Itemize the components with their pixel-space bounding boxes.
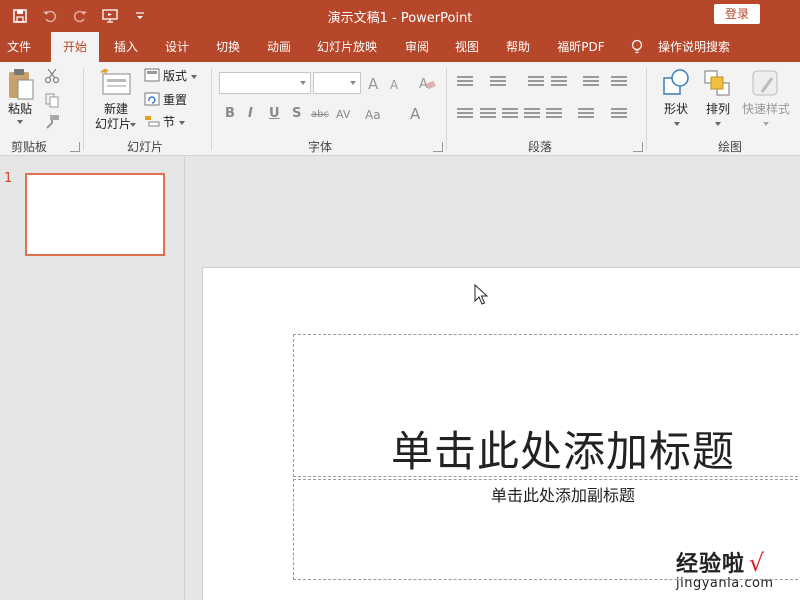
copy-icon[interactable] [44, 92, 60, 108]
tab-view[interactable]: 视图 [446, 32, 488, 62]
divider [446, 68, 447, 150]
group-clipboard-label: 剪贴板 [10, 140, 47, 154]
change-case-button[interactable]: Aa [365, 108, 381, 122]
quick-styles-icon[interactable] [750, 68, 782, 103]
shrink-font-icon[interactable]: A [390, 78, 398, 92]
increase-indent-icon[interactable] [551, 76, 567, 90]
line-spacing-icon[interactable] [583, 76, 599, 90]
tab-slideshow[interactable]: 幻灯片放映 [312, 32, 382, 62]
slide-number: 1 [4, 171, 13, 186]
bold-button[interactable]: B [225, 106, 235, 121]
tell-me-search[interactable]: 操作说明搜索 [652, 32, 736, 62]
format-painter-icon[interactable] [44, 114, 60, 130]
quick-styles-dropdown-icon[interactable] [763, 122, 769, 126]
chevron-down-icon [350, 81, 356, 85]
align-center-icon[interactable] [480, 108, 496, 122]
shapes-dropdown-icon[interactable] [674, 122, 680, 126]
quick-styles-button[interactable]: 快速样式 [740, 102, 792, 117]
clipboard-launcher-icon[interactable] [70, 142, 80, 152]
paste-dropdown-icon[interactable] [17, 120, 23, 124]
layout-dropdown-icon[interactable] [191, 75, 197, 79]
underline-button[interactable]: U [269, 106, 280, 121]
grow-font-icon[interactable]: A [368, 75, 378, 93]
new-slide-label-1[interactable]: 新建 [93, 102, 139, 117]
align-left-icon[interactable] [457, 108, 473, 122]
shapes-button[interactable]: 形状 [660, 102, 692, 117]
chevron-down-icon [300, 81, 306, 85]
columns-icon[interactable] [578, 108, 594, 122]
mouse-pointer-icon [474, 283, 489, 309]
tab-foxit-pdf[interactable]: 福昕PDF [551, 32, 611, 62]
layout-icon[interactable] [144, 68, 160, 84]
cut-icon[interactable] [44, 68, 60, 84]
group-paragraph-label: 段落 [527, 140, 552, 154]
watermark-url: jingyanla.com [676, 576, 774, 591]
tab-transitions[interactable]: 切换 [207, 32, 249, 62]
paste-button[interactable]: 粘贴 [6, 102, 34, 117]
divider [646, 68, 647, 150]
arrange-dropdown-icon[interactable] [715, 122, 721, 126]
font-color-button[interactable]: A [410, 105, 420, 123]
distributed-icon[interactable] [546, 108, 562, 122]
font-size-combo[interactable] [313, 72, 361, 94]
title-bar: 演示文稿1 - PowerPoint 登录 [0, 0, 800, 32]
tab-home[interactable]: 开始 [51, 32, 99, 62]
layout-button[interactable]: 版式 [163, 69, 187, 84]
tab-file[interactable]: 文件 [0, 32, 38, 62]
paste-icon[interactable] [6, 68, 36, 105]
italic-button[interactable]: I [248, 106, 253, 121]
arrange-button[interactable]: 排列 [702, 102, 734, 117]
divider [211, 68, 212, 150]
subtitle-placeholder-text[interactable]: 单击此处添加副标题 [293, 482, 800, 506]
group-drawing-label: 绘图 [717, 140, 742, 154]
new-slide-icon[interactable] [100, 68, 132, 101]
section-button[interactable]: 节 [163, 115, 175, 130]
window-title: 演示文稿1 - PowerPoint [327, 11, 473, 26]
font-family-combo[interactable] [219, 72, 311, 94]
ribbon-home: 粘贴 剪贴板 新建 幻灯片 版式 重置 节 幻灯片 A A A B I U S … [0, 62, 800, 156]
strikethrough-button[interactable]: abc [311, 109, 329, 120]
numbering-icon[interactable] [490, 76, 506, 90]
group-slides-label: 幻灯片 [126, 140, 163, 154]
divider [83, 68, 84, 150]
tab-help[interactable]: 帮助 [497, 32, 539, 62]
reset-button[interactable]: 重置 [163, 93, 187, 108]
arrange-icon[interactable] [702, 68, 734, 103]
ribbon-tabs: 文件 开始 插入 设计 切换 动画 幻灯片放映 审阅 视图 帮助 福昕PDF 操… [0, 32, 800, 62]
tab-insert[interactable]: 插入 [105, 32, 147, 62]
watermark-text: 经验啦 [676, 552, 746, 577]
font-launcher-icon[interactable] [433, 142, 443, 152]
tab-review[interactable]: 审阅 [396, 32, 438, 62]
justify-icon[interactable] [524, 108, 540, 122]
align-right-icon[interactable] [502, 108, 518, 122]
group-font-label: 字体 [307, 140, 332, 154]
new-slide-dropdown-icon[interactable] [130, 123, 136, 127]
checkmark-icon: √ [748, 549, 765, 577]
section-icon[interactable] [144, 114, 160, 130]
tab-animations[interactable]: 动画 [258, 32, 300, 62]
login-button[interactable]: 登录 [714, 4, 760, 24]
tab-design[interactable]: 设计 [156, 32, 198, 62]
shapes-icon[interactable] [660, 68, 692, 103]
char-spacing-button[interactable]: AV [336, 108, 350, 121]
text-direction-icon[interactable] [611, 76, 627, 90]
section-dropdown-icon[interactable] [179, 121, 185, 125]
shadow-button[interactable]: S [292, 106, 301, 121]
bullets-icon[interactable] [457, 76, 473, 90]
slide-thumbnail[interactable] [25, 173, 165, 256]
decrease-indent-icon[interactable] [528, 76, 544, 90]
paragraph-launcher-icon[interactable] [633, 142, 643, 152]
clear-format-icon[interactable]: A [418, 75, 436, 94]
align-text-icon[interactable] [611, 108, 627, 122]
reset-icon[interactable] [144, 92, 160, 108]
lightbulb-icon [630, 39, 644, 58]
title-placeholder-text[interactable]: 单击此处添加标题 [293, 418, 800, 479]
watermark: 经验啦 √ jingyanla.com [676, 546, 800, 591]
